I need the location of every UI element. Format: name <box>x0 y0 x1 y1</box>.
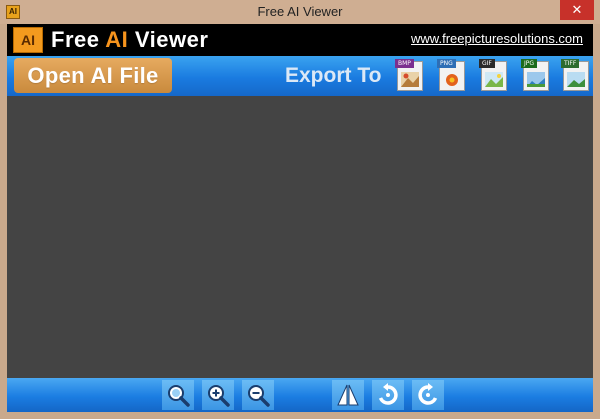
landscape-icon <box>527 72 545 87</box>
zoom-out-button[interactable] <box>242 380 274 410</box>
format-tag: TIFF <box>561 59 580 68</box>
zoom-out-icon <box>248 385 270 407</box>
flower-icon <box>443 72 461 87</box>
image-canvas[interactable] <box>7 96 593 378</box>
ai-logo-icon: AI <box>13 27 43 53</box>
brand-accent: AI <box>105 27 129 52</box>
flip-button[interactable] <box>332 380 364 410</box>
flip-icon <box>337 384 359 406</box>
website-link[interactable]: www.freepicturesolutions.com <box>411 31 583 46</box>
format-tag: GIF <box>479 59 495 68</box>
format-tag: JPG <box>521 59 538 68</box>
window-title: Free AI Viewer <box>257 4 343 19</box>
bottom-toolbar <box>7 378 593 412</box>
export-png-button[interactable]: PNG <box>434 59 468 93</box>
export-bmp-button[interactable]: BMP <box>392 59 426 93</box>
open-ai-file-button[interactable]: Open AI File <box>14 58 172 93</box>
rotate-left-button[interactable] <box>372 380 404 410</box>
image-thumbnail-icon <box>401 72 419 87</box>
title-bar[interactable]: AI Free AI Viewer ✕ <box>0 0 600 24</box>
rotate-left-icon <box>378 383 398 405</box>
format-tag: PNG <box>437 59 456 68</box>
client-area: AI Free AI Viewer www.freepicturesolutio… <box>7 24 593 412</box>
export-jpg-button[interactable]: JPG <box>518 59 552 93</box>
brand-title: Free AI Viewer <box>51 27 208 53</box>
export-tiff-button[interactable]: TIFF <box>558 59 592 93</box>
brand-part2: Viewer <box>128 27 209 52</box>
app-window: AI Free AI Viewer ✕ AI Free AI Viewer ww… <box>0 0 600 419</box>
format-tag: BMP <box>395 59 414 68</box>
landscape-icon <box>567 72 585 87</box>
header-banner: AI Free AI Viewer www.freepicturesolutio… <box>7 24 593 56</box>
close-button[interactable]: ✕ <box>560 0 594 20</box>
zoom-fit-button[interactable] <box>162 380 194 410</box>
export-gif-button[interactable]: GIF <box>476 59 510 93</box>
brand-part1: Free <box>51 27 106 52</box>
landscape-icon <box>485 72 503 87</box>
zoom-in-icon <box>208 385 230 407</box>
rotate-right-icon <box>418 383 438 405</box>
zoom-in-button[interactable] <box>202 380 234 410</box>
zoom-fit-icon <box>168 385 190 407</box>
main-toolbar: Open AI File Export To BMP PNG GIF JPG T… <box>7 56 593 96</box>
rotate-right-button[interactable] <box>412 380 444 410</box>
export-to-label: Export To <box>285 64 382 87</box>
